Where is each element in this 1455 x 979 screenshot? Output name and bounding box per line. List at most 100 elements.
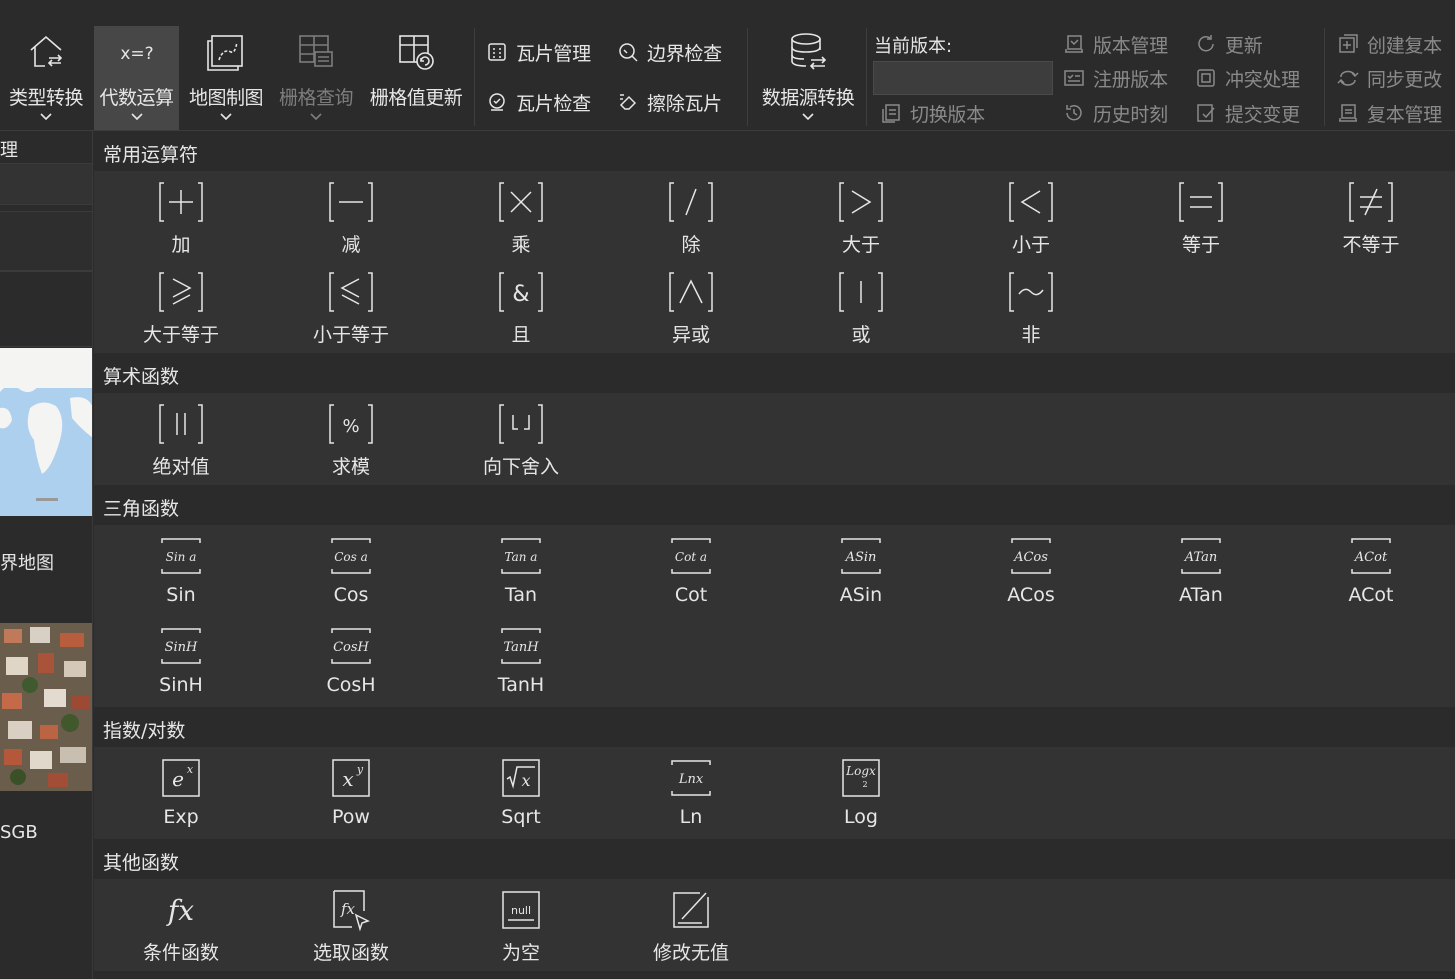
tanh-icon: TanH bbox=[498, 623, 544, 669]
floor-icon bbox=[498, 401, 544, 447]
atan-operator-button[interactable]: ATan ATan bbox=[1116, 527, 1286, 615]
operator-label: Sqrt bbox=[501, 806, 541, 828]
cos-operator-button[interactable]: Cos a Cos bbox=[266, 527, 436, 615]
svg-text:x: x bbox=[187, 763, 194, 776]
null-operator-button[interactable]: null 为空 bbox=[436, 881, 606, 969]
map-drawing-button[interactable]: 地图制图 bbox=[184, 26, 268, 130]
ribbon-separator bbox=[747, 28, 748, 126]
sinh-operator-button[interactable]: SinH SinH bbox=[96, 617, 266, 705]
divide-operator-button[interactable]: 除 bbox=[606, 173, 776, 261]
sqrt-operator-button[interactable]: x Sqrt bbox=[436, 749, 606, 837]
switch-version-icon bbox=[882, 104, 900, 123]
sin-operator-button[interactable]: Sin a Sin bbox=[96, 527, 266, 615]
history-moment-button[interactable]: 历史时刻 bbox=[1063, 98, 1168, 128]
tan-icon: Tan a bbox=[498, 533, 544, 579]
sync-changes-button[interactable]: 同步更改 bbox=[1337, 63, 1442, 93]
cosh-operator-button[interactable]: CosH CosH bbox=[266, 617, 436, 705]
svg-text:ACot: ACot bbox=[1354, 550, 1388, 565]
operator-label: Cos bbox=[333, 584, 369, 606]
section-header: 三角函数 bbox=[94, 485, 1455, 525]
greater-than-operator-button[interactable]: 大于 bbox=[776, 173, 946, 261]
minus-operator-button[interactable]: 减 bbox=[266, 173, 436, 261]
house-convert-icon bbox=[30, 35, 63, 67]
fx-select-operator-button[interactable]: fx 选取函数 bbox=[266, 881, 436, 969]
algebra-button[interactable]: x=? 代数运算 bbox=[94, 26, 179, 130]
ln-operator-button[interactable]: Lnx Ln bbox=[606, 749, 776, 837]
operator-label: ACos bbox=[1007, 584, 1055, 606]
operator-label: SinH bbox=[159, 674, 203, 696]
sinh-icon: SinH bbox=[158, 623, 204, 669]
current-version-field[interactable] bbox=[873, 61, 1053, 95]
and-operator-button[interactable]: & 且 bbox=[436, 263, 606, 351]
greater-equal-operator-button[interactable]: 大于等于 bbox=[96, 263, 266, 351]
create-replica-icon bbox=[1339, 34, 1358, 53]
operator-label: Ln bbox=[679, 806, 703, 828]
exp-operator-button[interactable]: e x Exp bbox=[96, 749, 266, 837]
update-button[interactable]: 更新 bbox=[1195, 29, 1263, 59]
operator-label: 求模 bbox=[331, 456, 370, 478]
operator-label: 选取函数 bbox=[312, 942, 389, 964]
edit-nodata-icon bbox=[668, 887, 714, 933]
operator-label: Cot bbox=[674, 584, 708, 606]
operator-label: 或 bbox=[851, 324, 871, 346]
log-operator-button[interactable]: Logx 2 Log bbox=[776, 749, 946, 837]
xor-icon bbox=[668, 269, 714, 315]
acot-operator-button[interactable]: ACot ACot bbox=[1286, 527, 1455, 615]
floor-operator-button[interactable]: 向下舍入 bbox=[436, 395, 606, 483]
raster-query-button[interactable]: 栅格查询 bbox=[274, 26, 358, 130]
conflict-handle-button[interactable]: 冲突处理 bbox=[1195, 63, 1300, 93]
not-icon bbox=[1008, 269, 1054, 315]
switch-version-button[interactable]: 切换版本 bbox=[880, 98, 985, 128]
create-replica-button[interactable]: 创建复本 bbox=[1337, 29, 1442, 59]
pow-operator-button[interactable]: x y Pow bbox=[266, 749, 436, 837]
register-version-icon bbox=[1064, 70, 1084, 86]
erase-tile-button[interactable]: 擦除瓦片 bbox=[617, 87, 722, 117]
section-body: Sin a Sin Cos a Cos Tan a Tan Cot a Cot ASin… bbox=[94, 525, 1455, 707]
not-operator-button[interactable]: 非 bbox=[946, 263, 1116, 351]
multiply-operator-button[interactable]: 乘 bbox=[436, 173, 606, 261]
less-equal-operator-button[interactable]: 小于等于 bbox=[266, 263, 436, 351]
replica-manage-button[interactable]: 复本管理 bbox=[1337, 98, 1442, 128]
cot-operator-button[interactable]: Cot a Cot bbox=[606, 527, 776, 615]
edit-nodata-operator-button[interactable]: 修改无值 bbox=[606, 881, 776, 969]
tile-manage-button[interactable]: 瓦片管理 bbox=[486, 37, 591, 67]
acot-icon: ACot bbox=[1348, 533, 1394, 579]
chevron-down-icon bbox=[40, 113, 52, 121]
raster-update-button[interactable]: 栅格值更新 bbox=[364, 26, 468, 130]
tan-operator-button[interactable]: Tan a Tan bbox=[436, 527, 606, 615]
left-panel-title: 理 bbox=[0, 140, 18, 161]
register-version-button[interactable]: 注册版本 bbox=[1063, 63, 1168, 93]
mod-operator-button[interactable]: % 求模 bbox=[266, 395, 436, 483]
svg-text:null: null bbox=[511, 904, 531, 917]
less-equal-icon bbox=[328, 269, 374, 315]
tile-check-button[interactable]: 瓦片检查 bbox=[486, 87, 591, 117]
plus-operator-button[interactable]: 加 bbox=[96, 173, 266, 261]
operator-label: 乘 bbox=[511, 234, 531, 256]
not-equal-operator-button[interactable]: 不等于 bbox=[1286, 173, 1455, 261]
less-than-operator-button[interactable]: 小于 bbox=[946, 173, 1116, 261]
not-equal-icon bbox=[1348, 179, 1394, 225]
version-manage-button[interactable]: 版本管理 bbox=[1063, 29, 1168, 59]
xor-operator-button[interactable]: 异或 bbox=[606, 263, 776, 351]
algebra-operator-panel: 常用运算符 加 减 乘 除 大于 小于 等于 不等于 大于等于 小于等于 & 且 … bbox=[94, 131, 1455, 979]
type-convert-button[interactable]: 类型转换 bbox=[4, 26, 88, 130]
acos-operator-button[interactable]: ACos ACos bbox=[946, 527, 1116, 615]
fx-operator-button[interactable]: fx 条件函数 bbox=[96, 881, 266, 969]
tanh-operator-button[interactable]: TanH TanH bbox=[436, 617, 606, 705]
boundary-check-button[interactable]: 边界检查 bbox=[617, 37, 722, 67]
commit-changes-button[interactable]: 提交变更 bbox=[1195, 98, 1300, 128]
abs-operator-button[interactable]: 绝对值 bbox=[96, 395, 266, 483]
svg-text:Cos a: Cos a bbox=[334, 550, 368, 564]
equals-operator-button[interactable]: 等于 bbox=[1116, 173, 1286, 261]
equals-icon bbox=[1178, 179, 1224, 225]
version-manage-icon bbox=[1065, 35, 1083, 53]
world-map-thumbnail[interactable] bbox=[0, 348, 92, 516]
or-operator-button[interactable]: 或 bbox=[776, 263, 946, 351]
datasource-convert-button[interactable]: 数据源转换 bbox=[756, 26, 860, 130]
asin-operator-button[interactable]: ASin ASin bbox=[776, 527, 946, 615]
abs-icon bbox=[158, 401, 204, 447]
svg-text:Tan a: Tan a bbox=[505, 550, 538, 564]
exp-icon: ex bbox=[158, 755, 204, 801]
operator-label: CosH bbox=[326, 674, 376, 696]
aerial-image-thumbnail[interactable] bbox=[0, 623, 92, 791]
